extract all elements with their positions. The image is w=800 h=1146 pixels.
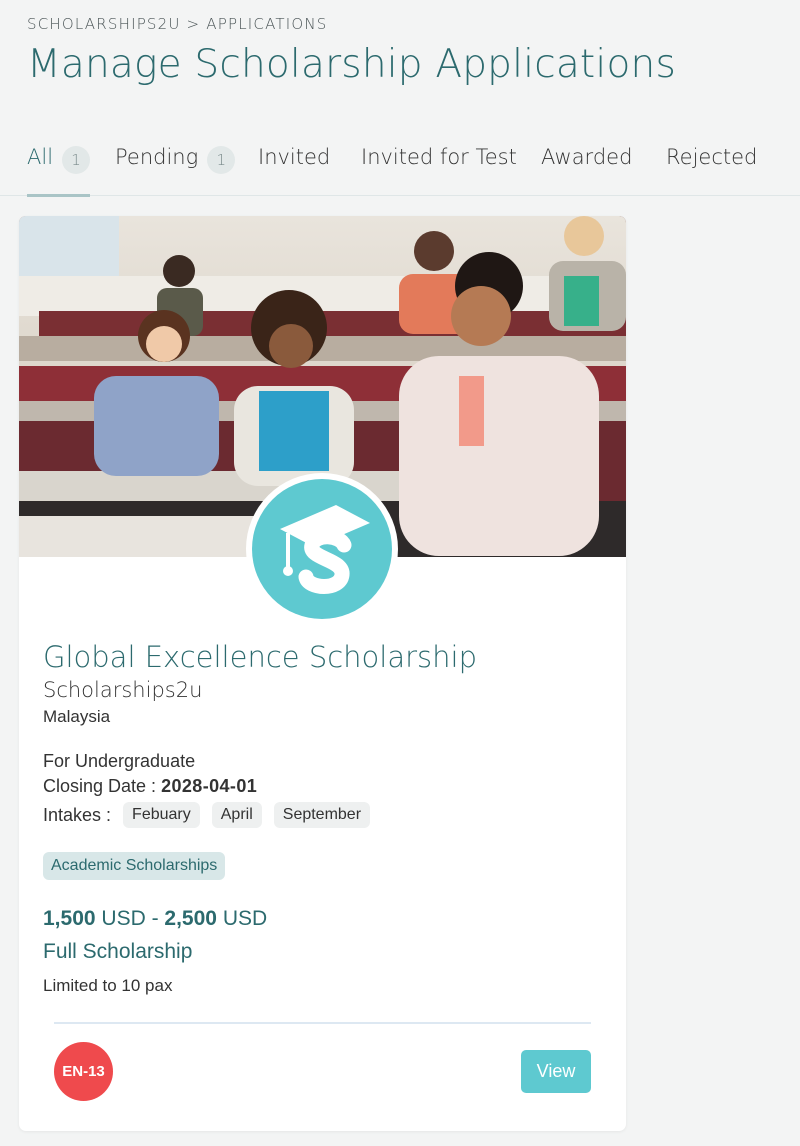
tab-bar: All 1 Pending 1 Invited Invited for Test… [0, 140, 800, 197]
tab-label: Rejected [666, 145, 758, 169]
amount-separator: - [145, 907, 165, 930]
closing-date: Closing Date : 2028-04-01 [43, 776, 257, 797]
page-title: Manage Scholarship Applications [27, 42, 676, 87]
scholarship-title[interactable]: Global Excellence Scholarship [43, 640, 477, 674]
divider [54, 1022, 591, 1024]
intakes-label: Intakes : [43, 804, 112, 825]
tab-count-badge: 1 [207, 146, 236, 174]
intakes: Intakes : Febuary April September [43, 802, 371, 828]
category-tag: Academic Scholarships [43, 852, 226, 880]
amount-currency: USD [222, 907, 268, 930]
closing-date-value: 2028-04-01 [161, 776, 258, 796]
tab-rejected[interactable]: Rejected [666, 140, 757, 196]
tab-label: All [27, 145, 54, 169]
tab-label: Invited for Test [361, 145, 517, 169]
closing-date-label: Closing Date : [43, 776, 162, 796]
study-level: For Undergraduate [43, 751, 196, 771]
tab-label: Invited [258, 145, 331, 169]
intake-chip: September [273, 802, 371, 828]
tab-invited-for-test[interactable]: Invited for Test [361, 140, 517, 196]
provider-name: Scholarships2u [43, 678, 203, 702]
amount-min: 1,500 [43, 907, 96, 930]
scholarship-card: Global Excellence Scholarship Scholarshi… [19, 216, 626, 1131]
level-code-badge: EN-13 [54, 1042, 113, 1101]
tab-label: Pending [115, 145, 199, 169]
tab-invited[interactable]: Invited [258, 140, 330, 196]
intake-chip: April [211, 802, 262, 828]
tab-all[interactable]: All 1 [27, 140, 91, 197]
pax-limit: Limited to 10 pax [43, 976, 173, 995]
amount-range: 1,500 USD - 2,500 USD [43, 907, 267, 931]
tab-count-badge: 1 [62, 146, 91, 174]
view-button[interactable]: View [521, 1050, 591, 1093]
country: Malaysia [43, 707, 111, 726]
intake-chip: Febuary [123, 802, 200, 828]
provider-logo [246, 473, 398, 625]
amount-currency: USD [101, 907, 146, 930]
amount-max: 2,500 [164, 907, 217, 930]
fund-type: Full Scholarship [43, 940, 193, 963]
tab-label: Awarded [541, 145, 633, 169]
breadcrumb[interactable]: SCHOLARSHIPS2U > APPLICATIONS [27, 15, 328, 33]
tab-awarded[interactable]: Awarded [541, 140, 632, 196]
tab-pending[interactable]: Pending 1 [115, 140, 236, 196]
graduation-cap-icon [280, 505, 370, 594]
